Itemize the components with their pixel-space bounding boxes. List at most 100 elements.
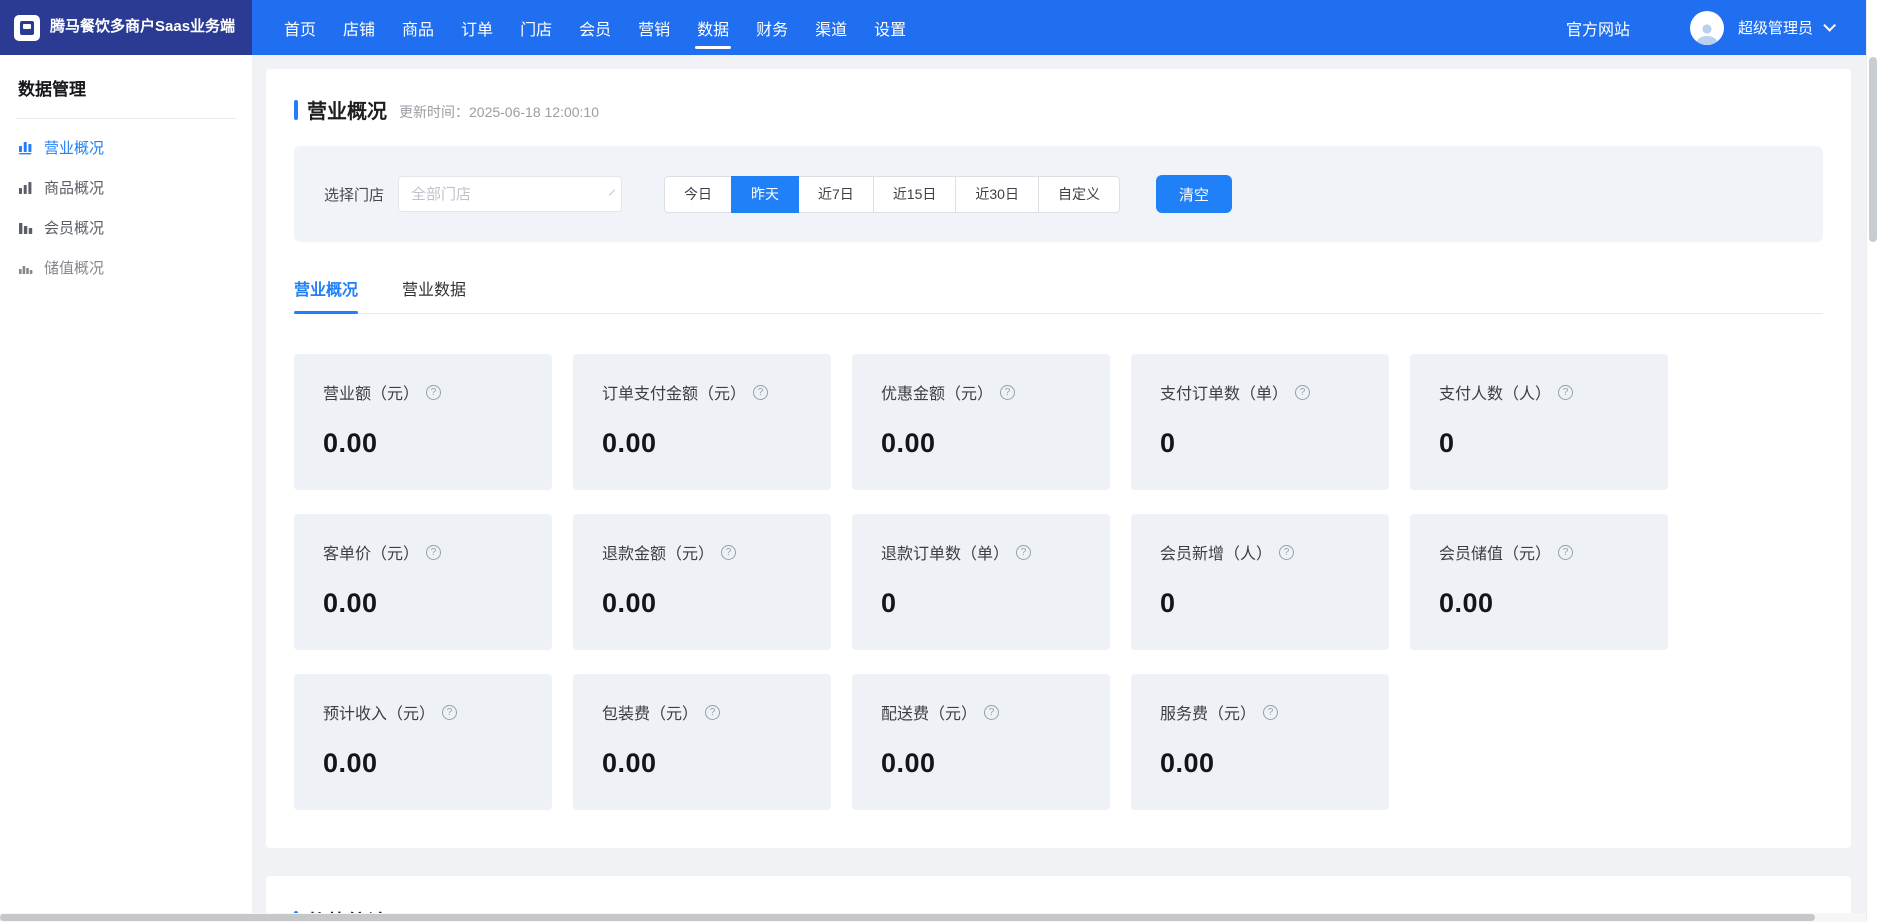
sidebar-item-stored-value-overview[interactable]: 储值概况: [16, 247, 236, 287]
bar-chart-icon: [18, 140, 33, 155]
help-icon[interactable]: ?: [1263, 705, 1278, 720]
date-range-group: 今日 昨天 近7日 近15日 近30日 自定义: [664, 176, 1120, 213]
stat-card-paying-users: 支付人数（人）? 0: [1410, 354, 1668, 490]
stat-label: 会员新增（人）: [1160, 540, 1272, 564]
store-select-label: 选择门店: [324, 184, 384, 205]
help-icon[interactable]: ?: [1295, 385, 1310, 400]
help-icon[interactable]: ?: [1016, 545, 1031, 560]
updated-value: 2025-06-18 12:00:10: [469, 104, 599, 120]
date-btn-last7[interactable]: 近7日: [798, 176, 874, 213]
nav-item-settings[interactable]: 设置: [874, 0, 906, 55]
nav-item-data[interactable]: 数据: [697, 0, 729, 55]
help-icon[interactable]: ?: [426, 385, 441, 400]
stat-label: 优惠金额（元）: [881, 380, 993, 404]
stat-card-refund-orders: 退款订单数（单）? 0: [852, 514, 1110, 650]
horizontal-scrollbar-thumb[interactable]: [0, 914, 1815, 921]
help-icon[interactable]: ?: [442, 705, 457, 720]
bar-chart-icon: [18, 220, 33, 235]
nav-item-orders[interactable]: 订单: [461, 0, 493, 55]
help-icon[interactable]: ?: [1279, 545, 1294, 560]
stat-value: 0: [1439, 428, 1668, 459]
stat-value: 0: [1160, 428, 1389, 459]
stat-label: 客单价（元）: [323, 540, 419, 564]
date-btn-last30[interactable]: 近30日: [955, 176, 1039, 213]
stat-value: 0.00: [881, 748, 1110, 779]
date-btn-yesterday[interactable]: 昨天: [731, 176, 799, 213]
official-site-link[interactable]: 官方网站: [1566, 16, 1630, 40]
help-icon[interactable]: ?: [426, 545, 441, 560]
bar-chart-icon: [18, 180, 33, 195]
bar-chart-icon: [18, 260, 33, 275]
stat-value: 0.00: [323, 428, 552, 459]
stat-card-new-members: 会员新增（人）? 0: [1131, 514, 1389, 650]
sidebar-item-label: 会员概况: [44, 217, 104, 238]
help-icon[interactable]: ?: [984, 705, 999, 720]
clear-button[interactable]: 清空: [1156, 175, 1232, 213]
help-icon[interactable]: ?: [721, 545, 736, 560]
vertical-scrollbar[interactable]: [1866, 0, 1878, 922]
stat-card-avg-order-value: 客单价（元）? 0.00: [294, 514, 552, 650]
tab-business-data[interactable]: 营业数据: [402, 276, 466, 313]
stat-label: 配送费（元）: [881, 700, 977, 724]
stat-card-paid-orders: 支付订单数（单）? 0: [1131, 354, 1389, 490]
stat-value: 0.00: [323, 748, 552, 779]
avatar[interactable]: [1690, 11, 1724, 45]
navbar-right: 官方网站 超级管理员: [1566, 0, 1866, 55]
date-btn-today[interactable]: 今日: [664, 176, 732, 213]
nav-item-stores[interactable]: 门店: [520, 0, 552, 55]
stat-value: 0.00: [602, 748, 831, 779]
stat-card-member-stored-value: 会员储值（元）? 0.00: [1410, 514, 1668, 650]
chevron-down-icon[interactable]: [1823, 19, 1836, 32]
store-select[interactable]: [398, 176, 622, 212]
date-btn-last15[interactable]: 近15日: [873, 176, 957, 213]
sidebar-item-label: 商品概况: [44, 177, 104, 198]
stat-value: 0.00: [323, 588, 552, 619]
logo: 腾马餐饮多商户Saas业务端: [0, 0, 252, 55]
nav-item-goods[interactable]: 商品: [402, 0, 434, 55]
main-content: 营业概况 更新时间：2025-06-18 12:00:10 选择门店 今日 昨天…: [266, 69, 1851, 922]
stat-card-refund-amount: 退款金额（元）? 0.00: [573, 514, 831, 650]
sidebar: 数据管理 营业概况 商品概况 会员概况 储值概况: [0, 55, 252, 922]
sidebar-item-goods-overview[interactable]: 商品概况: [16, 167, 236, 207]
sidebar-item-business-overview[interactable]: 营业概况: [16, 127, 236, 167]
help-icon[interactable]: ?: [1558, 545, 1573, 560]
nav-item-channels[interactable]: 渠道: [815, 0, 847, 55]
vertical-scrollbar-thumb[interactable]: [1869, 57, 1877, 242]
stat-value: 0: [1160, 588, 1389, 619]
business-overview-card: 营业概况 更新时间：2025-06-18 12:00:10 选择门店 今日 昨天…: [266, 69, 1851, 848]
stat-value: 0.00: [1160, 748, 1389, 779]
horizontal-scrollbar[interactable]: [0, 913, 1866, 922]
username[interactable]: 超级管理员: [1738, 17, 1813, 38]
nav-item-home[interactable]: 首页: [284, 0, 316, 55]
stat-card-delivery-fee: 配送费（元）? 0.00: [852, 674, 1110, 810]
help-icon[interactable]: ?: [753, 385, 768, 400]
date-btn-custom[interactable]: 自定义: [1038, 176, 1120, 213]
help-icon[interactable]: ?: [1558, 385, 1573, 400]
stats-grid: 营业额（元）? 0.00 订单支付金额（元）? 0.00 优惠金额（元）? 0.…: [294, 354, 1823, 810]
sidebar-title: 数据管理: [16, 75, 236, 100]
main-nav: 首页 店铺 商品 订单 门店 会员 营销 数据 财务 渠道 设置: [252, 0, 906, 55]
help-icon[interactable]: ?: [1000, 385, 1015, 400]
stat-label: 订单支付金额（元）: [602, 380, 746, 404]
stat-label: 预计收入（元）: [323, 700, 435, 724]
tab-business-overview[interactable]: 营业概况: [294, 276, 358, 313]
updated-time: 更新时间：2025-06-18 12:00:10: [399, 98, 599, 122]
sidebar-item-member-overview[interactable]: 会员概况: [16, 207, 236, 247]
nav-item-members[interactable]: 会员: [579, 0, 611, 55]
nav-item-shop[interactable]: 店铺: [343, 0, 375, 55]
stat-label: 服务费（元）: [1160, 700, 1256, 724]
section-header: 营业概况 更新时间：2025-06-18 12:00:10: [294, 95, 1823, 124]
stat-value: 0.00: [602, 588, 831, 619]
nav-item-finance[interactable]: 财务: [756, 0, 788, 55]
app-title: 腾马餐饮多商户Saas业务端: [50, 17, 235, 37]
nav-item-marketing[interactable]: 营销: [638, 0, 670, 55]
stat-label: 支付订单数（单）: [1160, 380, 1288, 404]
stat-value: 0: [881, 588, 1110, 619]
sidebar-item-label: 营业概况: [44, 137, 104, 158]
stat-card-order-paid-amount: 订单支付金额（元）? 0.00: [573, 354, 831, 490]
help-icon[interactable]: ?: [705, 705, 720, 720]
store-select-input[interactable]: [411, 186, 610, 203]
stat-value: 0.00: [1439, 588, 1668, 619]
stat-card-packaging-fee: 包装费（元）? 0.00: [573, 674, 831, 810]
stat-label: 退款订单数（单）: [881, 540, 1009, 564]
